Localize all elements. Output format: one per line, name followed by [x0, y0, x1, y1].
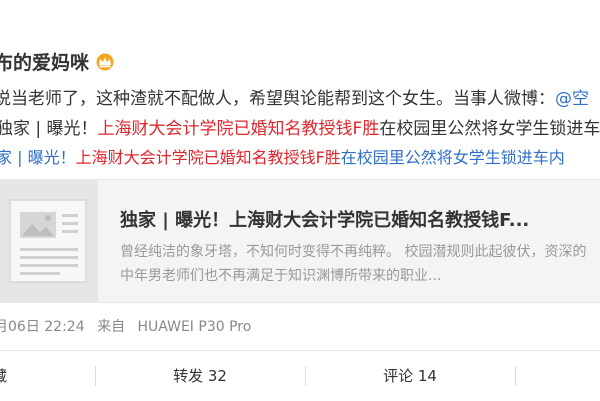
post-headline-prefix: 独家 | 曝光！	[0, 119, 98, 139]
favorite-button[interactable]: 藏	[0, 351, 32, 401]
post-timestamp[interactable]: 月06日 22:24	[0, 319, 85, 335]
post-text-line-2: 独家 | 曝光！上海财大会计学院已婚知名教授钱F胜在校园里公然将女学生锁进车	[0, 118, 600, 140]
post-headline-highlight[interactable]: 上海财大会计学院已婚知名教授钱F胜	[98, 119, 380, 139]
post-meta: 月06日 22:24 来自 HUAWEI P30 Pro	[0, 316, 251, 336]
mention-link[interactable]: @空	[555, 89, 589, 109]
post-text-line-1: 说当老师了，这种渣就不配做人，希望舆论能帮到这个女生。当事人微博：@空	[0, 88, 589, 110]
source-prefix: 来自	[97, 319, 126, 335]
post-action-bar: 藏 转发 32 评论 14	[0, 350, 600, 401]
document-placeholder-icon	[9, 199, 87, 283]
link-preview-card[interactable]: 独家 | 曝光！上海财大会计学院已婚知名教授钱F... 曾经纯洁的象牙塔，不知何…	[0, 179, 600, 303]
link-highlight[interactable]: 上海财大会计学院已婚知名教授钱F胜	[76, 148, 341, 167]
author-name[interactable]: 布的爱妈咪	[0, 48, 89, 75]
article-thumbnail[interactable]	[0, 180, 98, 302]
post-link-line[interactable]: 家 | 曝光！上海财大会计学院已婚知名教授钱F胜在校园里公然将女学生锁进车内	[0, 147, 565, 169]
action-divider	[515, 366, 516, 386]
action-divider	[305, 366, 306, 386]
repost-button[interactable]: 转发 32	[140, 351, 260, 401]
card-description: 曾经纯洁的象牙塔，不知何时变得不再纯粹。 校园潜规则此起彼伏，资深的中年男老师们…	[120, 244, 587, 284]
comment-button[interactable]: 评论 14	[350, 351, 470, 401]
link-prefix[interactable]: 家 | 曝光！	[0, 148, 76, 167]
crown-badge-icon	[95, 53, 115, 71]
post-headline-suffix: 在校园里公然将女学生锁进车	[379, 119, 600, 139]
source-device: HUAWEI P30 Pro	[137, 319, 252, 335]
link-suffix[interactable]: 在校园里公然将女学生锁进车内	[341, 148, 565, 167]
post-author[interactable]: 布的爱妈咪	[0, 48, 115, 75]
card-title[interactable]: 独家 | 曝光！上海财大会计学院已婚知名教授钱F...	[120, 206, 529, 232]
action-divider	[95, 366, 96, 386]
post-text: 说当老师了，这种渣就不配做人，希望舆论能帮到这个女生。当事人微博：	[0, 89, 555, 109]
